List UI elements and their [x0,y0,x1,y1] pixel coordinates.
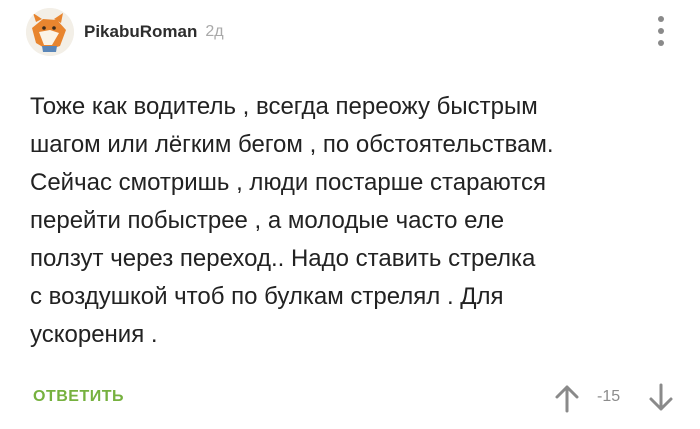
comment-time: 2д [205,23,224,40]
comment-line: Сейчас смотришь , люди постарше стараютс… [30,169,546,196]
more-dot [658,16,664,22]
comment-line: с воздушкой чтоб по булкам стрелял . Для [30,283,504,310]
more-dot [658,40,664,46]
more-dot [658,28,664,34]
comment-line: перейти побыстрее , а молодые часто еле [30,207,505,234]
comment-header: PikabuRoman 2д [26,8,224,56]
arrow-up-icon [555,385,579,413]
comment-line: шагом или лёгким бегом , по обстоятельст… [30,131,554,158]
more-vertical-icon[interactable] [655,16,667,46]
comment-line: ползут через переход.. Надо ставить стре… [30,245,536,272]
reply-button[interactable]: ОТВЕТИТЬ [33,388,124,406]
comment-body: Тоже как водитель , всегда переожу быстр… [30,88,680,354]
arrow-down-icon [649,383,673,411]
comment-line: ускорения . [30,321,158,348]
rating-value: -15 [597,388,621,405]
avatar[interactable] [26,8,74,56]
author-name[interactable]: PikabuRoman [84,22,197,42]
upvote-button[interactable] [554,383,580,413]
fox-avatar-icon [26,8,74,56]
comment-line: Тоже как водитель , всегда переожу быстр… [30,93,538,120]
downvote-button[interactable] [648,383,674,413]
